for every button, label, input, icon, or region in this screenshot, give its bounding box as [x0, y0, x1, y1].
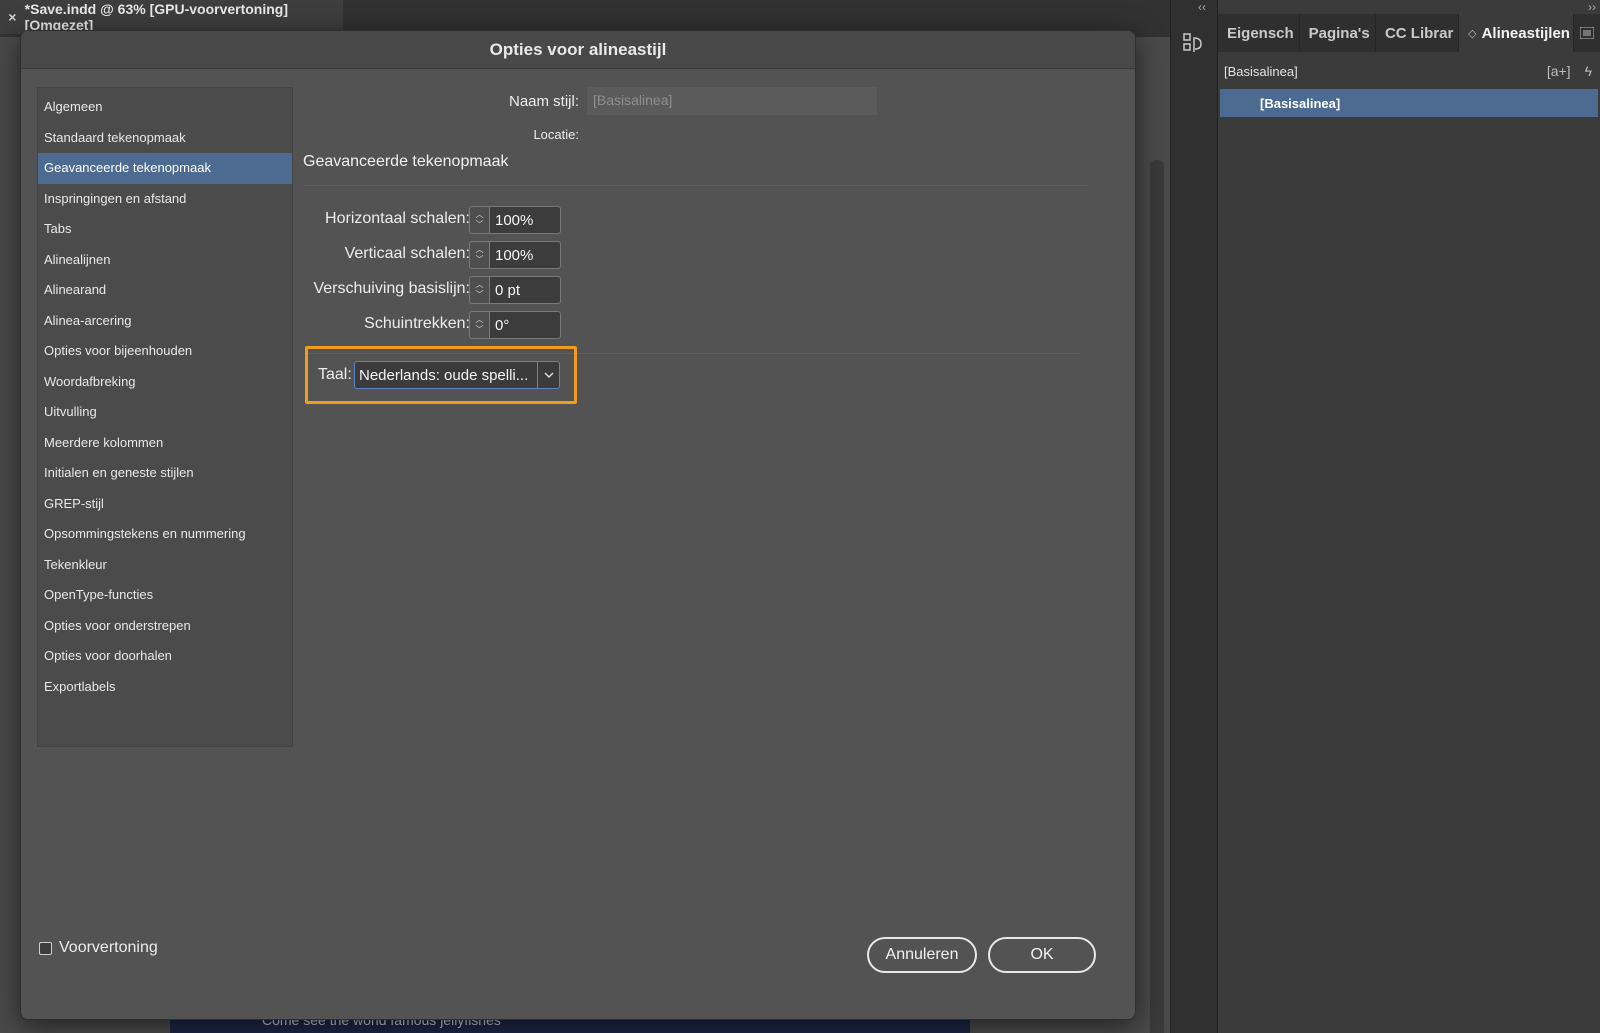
side-tool-strip — [1170, 0, 1218, 1033]
category-item-alinealijnen[interactable]: Alinealijnen — [38, 245, 292, 276]
document-tab[interactable]: × *Save.indd @ 63% [GPU-voorvertoning] [… — [0, 0, 343, 34]
language-highlight-box: Taal: Nederlands: oude spelli... — [305, 346, 577, 404]
horizontal-scale-input[interactable]: 100% — [489, 206, 561, 234]
category-item-uitvulling[interactable]: Uitvulling — [38, 397, 292, 428]
category-list: Algemeen Standaard tekenopmaak Geavancee… — [37, 87, 293, 747]
stepper-up-icon[interactable]: ︿ — [476, 245, 484, 255]
horizontal-scale-stepper[interactable]: ︿ ﹀ — [469, 206, 489, 234]
collapse-right-icon[interactable]: ›› — [1588, 0, 1596, 14]
language-dropdown[interactable]: Nederlands: oude spelli... — [354, 361, 560, 389]
category-item-opentype[interactable]: OpenType-functies — [38, 580, 292, 611]
skew-label: Schuintrekken: — [364, 315, 470, 332]
paragraph-styles-panel: ›› Eigensch Pagina's CC Librar ◇ Alineas… — [1218, 0, 1600, 1033]
category-item-onderstrepen[interactable]: Opties voor onderstrepen — [38, 611, 292, 642]
style-name-field: [Basisalinea] — [587, 87, 877, 115]
current-style-label: [Basisalinea] — [1224, 63, 1298, 79]
vertical-scale-stepper[interactable]: ︿ ﹀ — [469, 241, 489, 269]
tab-diamond-icon: ◇ — [1468, 27, 1477, 40]
category-item-doorhalen[interactable]: Opties voor doorhalen — [38, 641, 292, 672]
collapse-left-icon[interactable]: ‹‹ — [1198, 0, 1206, 14]
stepper-up-icon[interactable]: ︿ — [476, 210, 484, 220]
cancel-button[interactable]: Annuleren — [867, 937, 977, 973]
baseline-shift-row: Verschuiving basislijn: ︿ ﹀ 0 pt — [303, 276, 703, 304]
category-item-alinea-arcering[interactable]: Alinea-arcering — [38, 306, 292, 337]
category-item-bijeenhouden[interactable]: Opties voor bijeenhouden — [38, 336, 292, 367]
category-item-opsommingstekens[interactable]: Opsommingstekens en nummering — [38, 519, 292, 550]
style-list-item[interactable]: [Basisalinea] — [1220, 89, 1598, 117]
vertical-scale-row: Verticaal schalen: ︿ ﹀ 100% — [303, 241, 703, 269]
new-style-icon[interactable]: [a+] — [1547, 63, 1571, 79]
panel-tab-bar: Eigensch Pagina's CC Librar ◇ Alineastij… — [1218, 14, 1600, 52]
tab-alineastijlen-label: Alineastijlen — [1481, 24, 1570, 42]
skew-stepper[interactable]: ︿ ﹀ — [469, 311, 489, 339]
category-item-grep-stijl[interactable]: GREP-stijl — [38, 489, 292, 520]
section-title: Geavanceerde tekenopmaak — [303, 153, 509, 170]
language-label: Taal: — [318, 366, 352, 383]
category-item-tekenkleur[interactable]: Tekenkleur — [38, 550, 292, 581]
dialog-title: Opties voor alineastijl — [21, 31, 1135, 69]
panel-style-header: [Basisalinea] [a+] ϟ — [1218, 56, 1600, 86]
paragraph-styles-tool-icon[interactable] — [1183, 32, 1205, 58]
vertical-scale-input[interactable]: 100% — [489, 241, 561, 269]
category-item-geavanceerde-tekenopmaak[interactable]: Geavanceerde tekenopmaak — [38, 153, 292, 184]
category-item-initialen[interactable]: Initialen en geneste stijlen — [38, 458, 292, 489]
stepper-up-icon[interactable]: ︿ — [476, 280, 484, 290]
baseline-shift-label: Verschuiving basislijn: — [313, 280, 470, 297]
style-name-label: Naam stijl: — [508, 93, 579, 110]
stepper-down-icon[interactable]: ﹀ — [476, 220, 484, 230]
horizontal-scale-label: Horizontaal schalen: — [325, 210, 470, 227]
canvas-scrollbar[interactable] — [1150, 160, 1164, 1033]
vertical-scale-label: Verticaal schalen: — [344, 245, 470, 262]
chevron-down-icon[interactable] — [537, 362, 559, 388]
category-item-exportlabels[interactable]: Exportlabels — [38, 672, 292, 703]
preview-label: Voorvertoning — [59, 939, 158, 956]
tab-paginas[interactable]: Pagina's — [1300, 14, 1376, 52]
language-value: Nederlands: oude spelli... — [359, 366, 529, 384]
paragraph-style-options-dialog: Opties voor alineastijl Algemeen Standaa… — [20, 30, 1136, 1020]
tab-eigenschappen[interactable]: Eigensch — [1218, 14, 1300, 52]
tab-cc-libraries[interactable]: CC Librar — [1376, 14, 1460, 52]
tab-alineastijlen[interactable]: ◇ Alineastijlen — [1459, 14, 1574, 52]
close-tab-icon[interactable]: × — [0, 9, 25, 25]
document-tab-title: *Save.indd @ 63% [GPU-voorvertoning] [Om… — [24, 1, 289, 33]
baseline-shift-input[interactable]: 0 pt — [489, 276, 561, 304]
stepper-down-icon[interactable]: ﹀ — [476, 325, 484, 335]
category-item-algemeen[interactable]: Algemeen — [38, 92, 292, 123]
stepper-up-icon[interactable]: ︿ — [476, 315, 484, 325]
horizontal-scale-row: Horizontaal schalen: ︿ ﹀ 100% — [303, 206, 703, 234]
panel-menu-icon[interactable] — [1574, 14, 1600, 52]
category-item-woordafbreking[interactable]: Woordafbreking — [38, 367, 292, 398]
category-item-tabs[interactable]: Tabs — [38, 214, 292, 245]
quick-apply-icon[interactable]: ϟ — [1585, 63, 1592, 79]
preview-toggle[interactable]: Voorvertoning — [39, 939, 158, 957]
category-item-alinearand[interactable]: Alinearand — [38, 275, 292, 306]
category-item-standaard-tekenopmaak[interactable]: Standaard tekenopmaak — [38, 123, 292, 154]
stepper-down-icon[interactable]: ﹀ — [476, 290, 484, 300]
ok-button[interactable]: OK — [988, 937, 1096, 973]
category-item-inspringingen[interactable]: Inspringingen en afstand — [38, 184, 292, 215]
baseline-shift-stepper[interactable]: ︿ ﹀ — [469, 276, 489, 304]
skew-input[interactable]: 0° — [489, 311, 561, 339]
section-divider — [303, 185, 1089, 186]
stepper-down-icon[interactable]: ﹀ — [476, 255, 484, 265]
location-label: Locatie: — [533, 127, 579, 142]
category-item-meerdere-kolommen[interactable]: Meerdere kolommen — [38, 428, 292, 459]
skew-row: Schuintrekken: ︿ ﹀ 0° — [303, 311, 703, 339]
preview-checkbox[interactable] — [39, 941, 52, 955]
